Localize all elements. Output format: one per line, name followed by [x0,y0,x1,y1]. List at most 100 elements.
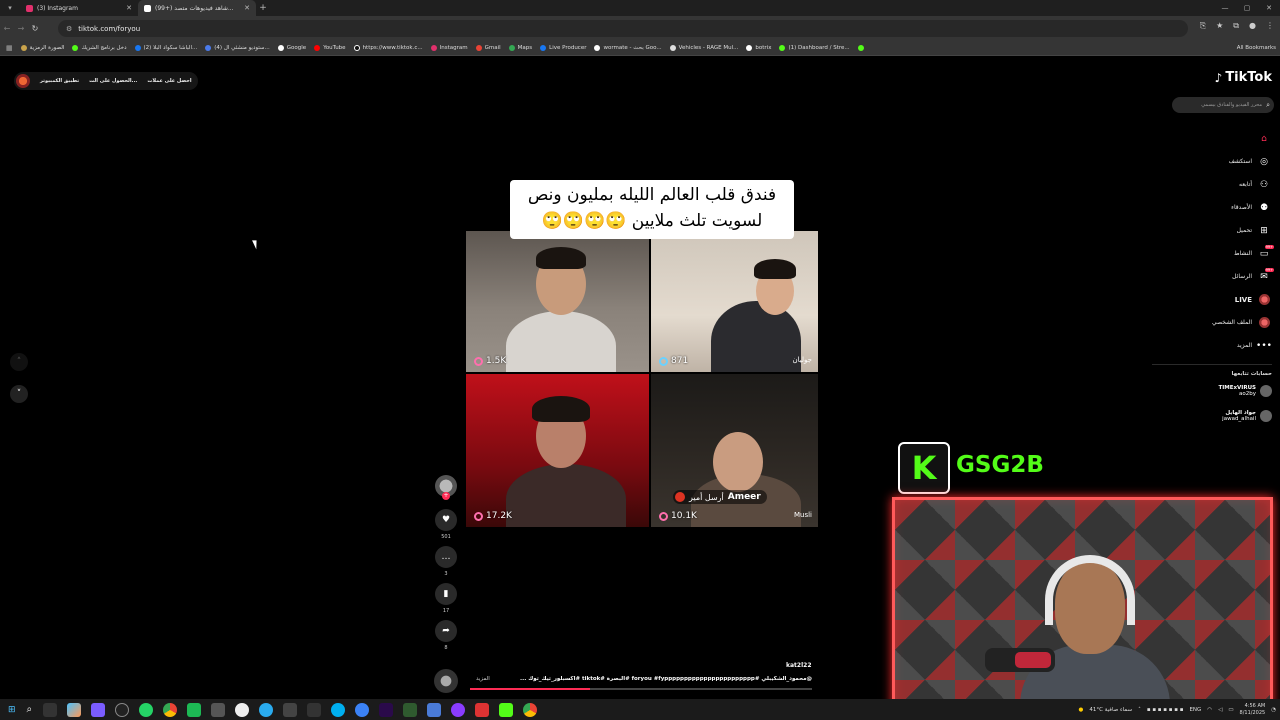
search-input[interactable]: محرر الفيديو والفنادق بيسمي ⌕ [1172,97,1274,113]
chrome-icon[interactable] [523,702,538,717]
sidebar-item-home[interactable]: ⌂ [1150,127,1270,150]
close-window-icon[interactable]: ✕ [1258,0,1280,16]
previous-video-button[interactable]: ˄ [10,353,28,371]
sidebar-item-activity[interactable]: النشاط ▭ 99+ [1150,242,1274,265]
address-bar[interactable]: ⚙ tiktok.com/foryou [58,20,1188,37]
comment-button[interactable]: … 3 [434,546,458,577]
site-info-icon[interactable]: ⚙ [66,25,72,33]
clock[interactable]: 4:56 AM 8/11/2025 [1240,703,1266,717]
back-icon[interactable]: ← [0,24,14,33]
premiere-icon[interactable] [379,702,394,717]
app-icon[interactable] [355,702,370,717]
bookmark[interactable]: (4) ستوديو منشئي ال... [205,44,270,51]
music-disc-icon[interactable] [434,669,458,693]
bookmark[interactable] [857,44,864,51]
video-player[interactable]: 1.5K 871 جوليان 17.2K أرسل أمير Ameer 10… [466,180,818,527]
whatsapp-icon[interactable] [139,702,154,717]
next-video-button[interactable]: ˅ [10,385,28,403]
bookmark[interactable]: Google [277,44,306,51]
desktop-app-button[interactable]: تطبيق الكمبيوتر [40,78,79,84]
maximize-icon[interactable]: ▢ [1236,0,1258,16]
app-icon[interactable] [283,702,298,717]
minimize-icon[interactable]: — [1214,0,1236,16]
close-icon[interactable]: ✕ [126,4,132,12]
tab-instagram[interactable]: (3) Instagram ✕ [20,0,138,16]
bookmark[interactable]: https://www.tiktok.c... [353,44,423,51]
bookmark[interactable]: دخل برنامج الشريك [72,44,127,51]
tray-icons[interactable]: ▪ ▪ ▪ ▪ ▪ ▪ ▪ [1147,707,1184,713]
profile-icon[interactable]: ● [1249,21,1256,31]
all-bookmarks-button[interactable]: All Bookmarks [1237,40,1276,56]
sidebar-item-live[interactable]: LIVE [1150,288,1270,311]
new-tab-button[interactable]: + [256,3,270,13]
tab-search-icon[interactable]: ▾ [0,4,20,12]
battery-icon[interactable]: ▭ [1228,707,1233,713]
app-icon[interactable] [91,702,106,717]
windows-start-icon[interactable]: ⊞ [8,705,16,715]
share-button[interactable]: ➦ 8 [434,620,458,651]
app-icon[interactable] [235,702,250,717]
sidebar-item-messages[interactable]: الرسائل ✉ 99+ [1150,265,1274,288]
bookmark[interactable]: YouTube [314,44,346,51]
sidebar-item-following[interactable]: أتابعه ⚇ [1150,173,1270,196]
get-app-button[interactable]: الحصول على الت... [89,78,137,84]
author-avatar[interactable]: + [434,475,458,500]
bookmark[interactable]: Maps [508,44,532,51]
bookmark[interactable]: wormate - بحث Goo... [594,44,662,51]
bookmark-button[interactable]: ▮ 17 [434,583,458,614]
sidebar-item-more[interactable]: المزيد ••• [1150,334,1272,357]
forward-icon[interactable]: → [14,24,28,33]
bookmark[interactable]: (1) Dashboard / Stre... [779,44,850,51]
app-icon[interactable] [475,702,490,717]
sidebar-item-profile[interactable]: الملف الشخصي [1150,311,1270,334]
chrome-icon[interactable] [163,702,178,717]
follow-plus-icon[interactable]: + [442,492,450,500]
star-icon[interactable]: ★ [1216,21,1223,31]
weather-text[interactable]: 41°C سماء صافية [1089,707,1132,713]
copilot-icon[interactable] [67,702,82,717]
bookmark[interactable]: Instagram [430,44,468,51]
bookmark[interactable]: الصورة الرمزية [20,44,64,51]
get-coins-button[interactable]: احصل على عملات [147,78,191,84]
tab-tiktok[interactable]: (99+) شاهد فيديوهات متصد... ✕ [138,0,256,16]
app-icon[interactable] [115,702,130,717]
tiktok-logo[interactable]: ♪ TikTok [1215,70,1272,85]
app-icon[interactable] [499,702,514,717]
skype-icon[interactable] [331,702,346,717]
menu-icon[interactable]: ⋮ [1266,21,1274,31]
task-view-icon[interactable] [43,702,58,717]
extensions-icon[interactable]: ⧉ [1233,21,1239,31]
like-button[interactable]: ♥ 501 [434,509,458,540]
following-account[interactable]: جواد الهايل jawad_alhail [1222,410,1272,422]
cast-icon[interactable]: ⎘ [1200,21,1206,31]
app-icon[interactable] [451,702,466,717]
avatar[interactable] [16,74,30,88]
sidebar-item-upload[interactable]: تحميل ⊞ [1150,219,1270,242]
search-icon[interactable]: ⌕ [1266,101,1270,110]
following-account[interactable]: TIMExVIRUS ao2by [1218,385,1272,397]
notification-icon[interactable]: ◔ [1271,707,1276,713]
close-icon[interactable]: ✕ [244,4,250,12]
bookmark[interactable]: (2) الباشا سكواد البلا... [134,44,197,51]
bookmark[interactable]: Vehicles - RAGE Mul... [669,44,738,51]
app-icon[interactable] [187,702,202,717]
more-button[interactable]: المزيد [476,676,490,682]
bookmark[interactable]: Live Producer [540,44,586,51]
app-icon[interactable] [211,702,226,717]
sidebar-item-explore[interactable]: استكشف ◎ [1150,150,1270,173]
volume-icon[interactable]: ◁ [1218,707,1222,713]
search-icon[interactable]: ⌕ [27,704,33,715]
sidebar-item-friends[interactable]: الأصدقاء ⚉ [1150,196,1270,219]
bookmark[interactable]: botrix [746,44,771,51]
apps-icon[interactable]: ▦ [6,44,13,52]
bookmark[interactable]: Gmail [475,44,501,51]
reload-icon[interactable]: ↻ [28,24,42,33]
video-author[interactable]: kat2l22 [786,662,812,669]
language-indicator[interactable]: ENG [1189,707,1201,713]
video-progress-bar[interactable] [470,688,812,690]
telegram-icon[interactable] [259,702,274,717]
chevron-up-icon[interactable]: ˄ [1138,707,1141,713]
weather-icon[interactable]: ● [1079,707,1084,713]
app-icon[interactable] [427,702,442,717]
wifi-icon[interactable]: ◠ [1207,707,1212,713]
